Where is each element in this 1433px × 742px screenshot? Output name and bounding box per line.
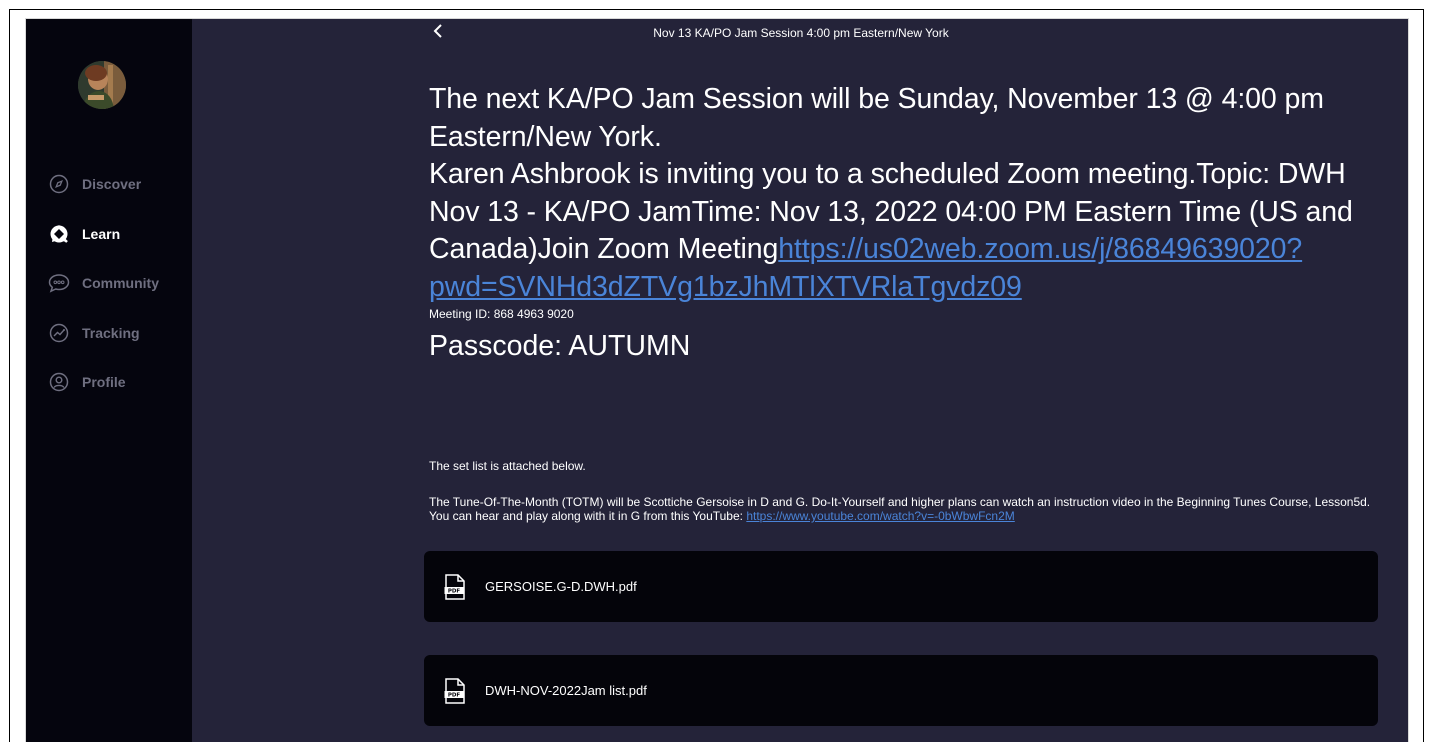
- post-intro: The next KA/PO Jam Session will be Sunda…: [429, 83, 1324, 153]
- youtube-link[interactable]: https://www.youtube.com/watch?v=-0bWbwFc…: [746, 509, 1014, 523]
- sidebar-item-discover[interactable]: Discover: [48, 173, 188, 195]
- post-body: The next KA/PO Jam Session will be Sunda…: [429, 81, 1379, 364]
- post-invite: Karen Ashbrook is inviting you to a sche…: [429, 156, 1379, 306]
- meeting-id: Meeting ID: 868 4963 9020: [429, 307, 574, 321]
- sidebar: Discover Learn Community Tracking Profil…: [26, 19, 192, 742]
- attachment-item[interactable]: PDF GERSOISE.G-D.DWH.pdf: [424, 551, 1378, 622]
- sidebar-item-label: Discover: [82, 176, 142, 192]
- avatar[interactable]: [78, 61, 126, 109]
- main-content: Nov 13 KA/PO Jam Session 4:00 pm Eastern…: [192, 19, 1408, 742]
- svg-text:PDF: PDF: [448, 692, 461, 698]
- sidebar-item-label: Tracking: [82, 324, 140, 341]
- chat-bubble-icon: [48, 272, 70, 294]
- person-icon: [48, 371, 70, 393]
- passcode: Passcode: AUTUMN: [429, 330, 691, 362]
- pdf-file-icon: PDF: [444, 677, 466, 704]
- attachment-name: GERSOISE.G-D.DWH.pdf: [485, 579, 637, 594]
- sidebar-item-label: Profile: [82, 374, 126, 390]
- tracking-icon: [48, 322, 70, 344]
- sidebar-item-community[interactable]: Community: [48, 272, 188, 294]
- sidebar-item-label: Learn: [82, 225, 121, 242]
- attachment-name: DWH-NOV-2022Jam list.pdf: [485, 683, 647, 698]
- totm-paragraph: The Tune-Of-The-Month (TOTM) will be Sco…: [429, 495, 1379, 523]
- setlist-note: The set list is attached below.: [429, 459, 586, 473]
- sidebar-item-profile[interactable]: Profile: [48, 371, 188, 393]
- sidebar-item-tracking[interactable]: Tracking: [48, 322, 188, 344]
- app-window: Discover Learn Community Tracking Profil…: [26, 19, 1408, 742]
- sidebar-nav: Discover Learn Community Tracking Profil…: [48, 173, 188, 421]
- attachment-item[interactable]: PDF DWH-NOV-2022Jam list.pdf: [424, 655, 1378, 726]
- pdf-file-icon: PDF: [444, 573, 466, 600]
- sidebar-item-learn[interactable]: Learn: [48, 223, 188, 245]
- page-title: Nov 13 KA/PO Jam Session 4:00 pm Eastern…: [653, 26, 949, 40]
- sidebar-item-label: Community: [82, 275, 159, 291]
- svg-text:PDF: PDF: [448, 588, 461, 594]
- learn-icon: [48, 223, 70, 245]
- compass-icon: [48, 173, 70, 195]
